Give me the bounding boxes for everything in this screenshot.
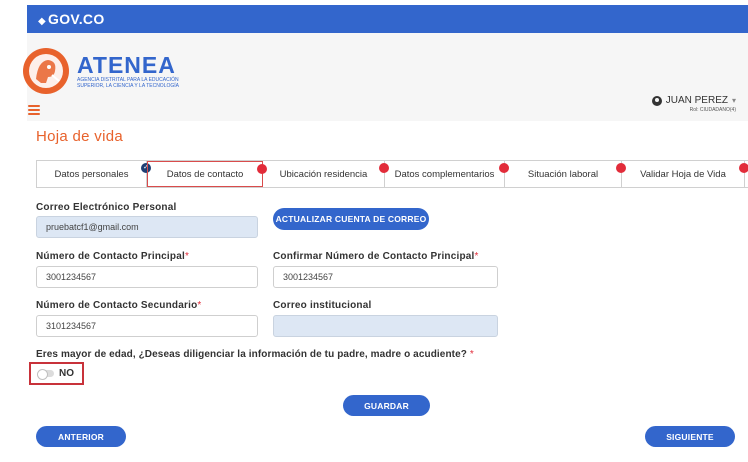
- secondary-contact-label: Número de Contacto Secundario*: [36, 300, 202, 311]
- tab-label: Ubicación residencia: [279, 168, 368, 180]
- toggle-switch[interactable]: [37, 369, 54, 380]
- user-menu[interactable]: JUAN PEREZ ▾ Rol: CIUDADANO(4): [651, 95, 736, 113]
- tab-label: Validar Hoja de Vida: [640, 168, 726, 180]
- shield-icon: ◆: [38, 16, 46, 27]
- confirm-main-contact-label: Confirmar Número de Contacto Principal*: [273, 251, 479, 262]
- user-role: Rol: CIUDADANO(4): [689, 107, 736, 113]
- personal-email-field: pruebatcf1@gmail.com: [36, 216, 258, 238]
- tab-datos-de-contacto[interactable]: Datos de contacto: [147, 161, 267, 187]
- main-contact-input[interactable]: 3001234567: [36, 266, 258, 288]
- tab-situacion-laboral[interactable]: Situación laboral: [505, 161, 626, 187]
- page: ◆ GOV.CO ATENEA AGENCIA DISTRITAL PARA LA…: [0, 0, 748, 462]
- next-button[interactable]: SIGUIENTE: [645, 426, 735, 447]
- hamburger-menu-icon[interactable]: [28, 105, 40, 115]
- tab-label: Situación laboral: [527, 168, 599, 180]
- user-icon: [651, 95, 662, 106]
- site-header: ATENEA AGENCIA DISTRITAL PARA LA EDUCACI…: [23, 33, 748, 121]
- guardian-question: Eres mayor de edad, ¿Deseas diligenciar …: [36, 349, 474, 360]
- page-title: Hoja de vida: [36, 128, 123, 145]
- user-name: JUAN PEREZ: [665, 95, 728, 106]
- toggle-label: NO: [59, 368, 74, 379]
- brand-block: ATENEA AGENCIA DISTRITAL PARA LA EDUCACI…: [77, 52, 187, 90]
- atenea-logo-icon[interactable]: [22, 47, 70, 95]
- institutional-email-field: [273, 315, 498, 337]
- user-name-row[interactable]: JUAN PEREZ ▾: [651, 95, 736, 106]
- personal-email-label: Correo Electrónico Personal: [36, 202, 177, 213]
- institutional-email-label: Correo institucional: [273, 300, 372, 311]
- tab-label: Datos complementarios: [394, 168, 495, 180]
- pending-status-icon: [739, 163, 748, 173]
- tab-datos-complementarios[interactable]: Datos complementarios: [385, 161, 509, 187]
- update-email-button[interactable]: ACTUALIZAR CUENTA DE CORREO: [273, 208, 429, 230]
- confirm-main-contact-input[interactable]: 3001234567: [273, 266, 498, 288]
- caret-down-icon: ▾: [731, 96, 736, 105]
- tab-bar: Datos personales ✓ Datos de contacto Ubi…: [36, 160, 748, 188]
- main-contact-label: Número de Contacto Principal*: [36, 251, 190, 262]
- tab-datos-personales[interactable]: Datos personales ✓: [36, 161, 151, 187]
- tab-label: Datos de contacto: [166, 168, 244, 180]
- tab-ubicacion-residencia[interactable]: Ubicación residencia: [263, 161, 389, 187]
- previous-button[interactable]: ANTERIOR: [36, 426, 126, 447]
- guardian-toggle[interactable]: NO: [29, 362, 84, 385]
- brand-subtitle: AGENCIA DISTRITAL PARA LA EDUCACIÓN SUPE…: [77, 77, 179, 89]
- tab-validar-hoja-de-vida[interactable]: Validar Hoja de Vida: [622, 161, 748, 187]
- gov-bar: ◆ GOV.CO: [27, 5, 748, 33]
- gov-co-logo[interactable]: ◆ GOV.CO: [38, 11, 105, 27]
- save-button[interactable]: GUARDAR: [343, 395, 430, 416]
- brand-title: ATENEA: [77, 52, 176, 78]
- secondary-contact-input[interactable]: 3101234567: [36, 315, 258, 337]
- tab-label: Datos personales: [54, 168, 129, 180]
